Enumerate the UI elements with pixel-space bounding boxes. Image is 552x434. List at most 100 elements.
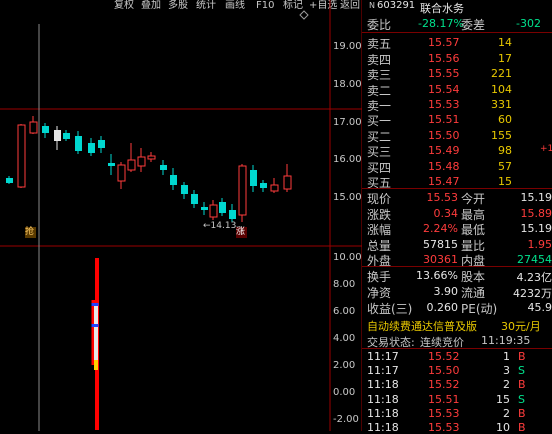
stat-label: 今开 — [461, 192, 486, 206]
tick-volume: 1 — [503, 350, 510, 363]
buy-label: 买四 — [367, 160, 392, 175]
tick-price: 15.52 — [428, 350, 460, 363]
indicator-axis-label: -2.00 — [333, 414, 359, 425]
buy-volume: 60 — [498, 113, 512, 126]
tick-price: 15.50 — [428, 364, 460, 378]
fund-value: 4232万 — [513, 287, 552, 300]
candle-body — [238, 165, 247, 216]
candle-body — [54, 130, 61, 141]
candle-body — [209, 204, 218, 218]
stat-value: 15.19 — [520, 191, 552, 204]
stat-label: 涨跌 — [367, 207, 392, 222]
indicator-axis-label: 2.00 — [333, 360, 356, 371]
candle-body — [88, 143, 95, 153]
sell-volume: 14 — [498, 36, 512, 49]
stock-marker: N — [369, 1, 375, 10]
stat-label: 涨幅 — [367, 223, 392, 237]
fund-value: 4.23亿 — [516, 271, 552, 284]
candle-body — [17, 124, 26, 188]
price-axis-label: 15.00 — [333, 192, 362, 203]
diamond-icon[interactable] — [299, 10, 309, 20]
stat-value: 1.95 — [527, 237, 552, 251]
candle-series — [6, 116, 292, 222]
buy-extra: +1 — [540, 144, 552, 154]
buy-label: 买二 — [367, 129, 392, 144]
stock-name: 联合水务 — [420, 2, 464, 15]
fund-value: 0.260 — [426, 301, 459, 314]
tick-side: B — [518, 406, 526, 420]
sell-price[interactable]: 15.55 — [428, 67, 460, 80]
fund-value: 13.66% — [416, 269, 458, 282]
candle-body — [191, 194, 198, 204]
candle-body — [6, 178, 13, 183]
candle-body — [147, 155, 156, 160]
candle-body — [98, 140, 105, 148]
trade-status-time: 11:19:35 — [481, 334, 531, 347]
kline-chart[interactable] — [0, 0, 362, 431]
tick-price: 15.52 — [428, 378, 460, 392]
sell-label: 卖二 — [367, 83, 392, 98]
promo-price[interactable]: 30元/月 — [501, 318, 541, 334]
buy-label: 买三 — [367, 145, 392, 159]
candle-body — [160, 165, 167, 170]
tick-time: 11:18 — [367, 406, 399, 420]
stock-chart-window: 复权 叠加 多股 统计 画线 F10 标记 +自选 返回 19.00 18.00 17.00 16.0… — [0, 0, 552, 434]
buy-price[interactable]: 15.50 — [428, 129, 460, 142]
stat-label: 最低 — [461, 223, 486, 237]
candle-body — [127, 159, 136, 171]
fund-label: PE(动) — [461, 302, 498, 316]
indicator-axis-label: 8.00 — [333, 279, 356, 290]
price-axis-label: 19.00 — [333, 41, 362, 52]
sell-volume: 331 — [491, 98, 512, 111]
stat-value: 2.24% — [423, 222, 458, 235]
buy-price[interactable]: 15.47 — [428, 175, 460, 188]
tick-volume: 2 — [503, 406, 510, 420]
tick-price: 15.53 — [428, 406, 460, 420]
stat-label: 最高 — [461, 207, 486, 222]
low-marker-label: ←14.13 — [203, 221, 237, 231]
tick-side: B — [518, 421, 526, 434]
stock-code: 603291 — [377, 0, 416, 11]
candle-body — [117, 164, 126, 182]
indicator-bar — [94, 360, 98, 370]
stat-value: 15.19 — [520, 222, 552, 235]
stat-label: 总量 — [367, 238, 392, 253]
tick-price: 15.51 — [428, 392, 460, 406]
stat-value: 30361 — [423, 253, 458, 266]
stat-value: 0.34 — [433, 206, 459, 220]
sell-price[interactable]: 15.53 — [428, 98, 460, 111]
candle-body — [250, 170, 257, 186]
tick-time: 11:18 — [367, 378, 399, 392]
price-axis-label: 17.00 — [333, 117, 362, 128]
sell-label: 卖五 — [367, 37, 392, 51]
indicator-series — [91, 258, 99, 430]
buy-price[interactable]: 15.49 — [428, 144, 460, 157]
stat-label: 现价 — [367, 192, 392, 206]
candle-body — [283, 175, 292, 190]
indicator-axis-label: 6.00 — [333, 306, 356, 317]
sell-volume: 104 — [491, 82, 512, 96]
stat-value: 27454 — [517, 253, 552, 266]
tick-time: 11:17 — [367, 364, 399, 378]
tick-time: 11:18 — [367, 392, 399, 406]
tick-volume: 15 — [496, 392, 510, 406]
buy-volume: 15 — [498, 175, 512, 188]
fund-label: 股本 — [461, 270, 486, 284]
buy-price[interactable]: 15.51 — [428, 113, 460, 126]
candle-body — [260, 183, 267, 188]
sell-price[interactable]: 15.54 — [428, 83, 460, 96]
indicator-axis-label: 10.00 — [333, 252, 362, 263]
stat-value: 15.89 — [520, 206, 552, 220]
tag-left: 抢 — [25, 227, 35, 237]
fund-value: 45.9 — [527, 301, 552, 314]
sell-price[interactable]: 15.57 — [428, 36, 460, 49]
stat-value: 57815 — [423, 237, 458, 251]
tick-side: S — [518, 392, 525, 406]
promo-text[interactable]: 自动续费通达信普及版 — [367, 318, 477, 334]
indicator-axis-label: 4.00 — [333, 333, 356, 344]
sell-price[interactable]: 15.56 — [428, 52, 460, 65]
sell-label: 卖四 — [367, 52, 392, 67]
tick-volume: 3 — [503, 364, 510, 378]
buy-price[interactable]: 15.48 — [428, 160, 460, 173]
buy-volume: 57 — [498, 159, 512, 173]
